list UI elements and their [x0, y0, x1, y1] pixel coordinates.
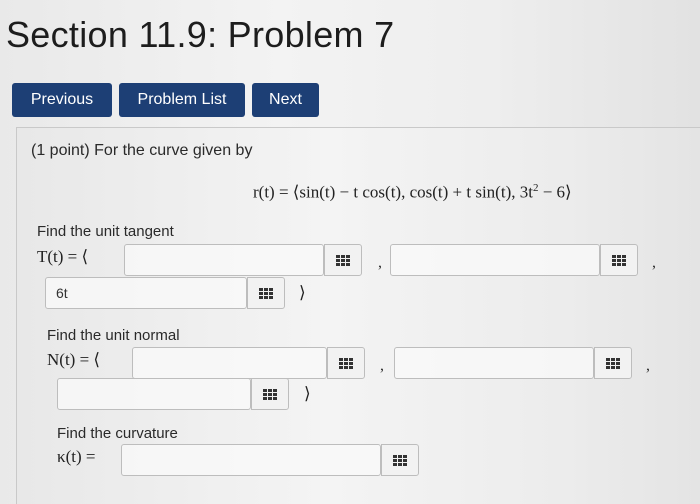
tangent-x-equation-editor-button[interactable]: [324, 244, 362, 276]
normal-x-equation-editor-button[interactable]: [327, 347, 365, 379]
equation-lhs: r(t) = ⟨sin(t) − t cos(t), cos(t) + t si…: [253, 182, 533, 202]
grid-icon: [259, 287, 273, 299]
normal-y-input[interactable]: [394, 347, 594, 379]
tangent-close: ⟩: [299, 283, 306, 302]
problem-panel: (1 point) For the curve given by r(t) = …: [16, 127, 700, 504]
page-title: Section 11.9: Problem 7: [6, 14, 395, 55]
normal-z-equation-editor-button[interactable]: [251, 378, 289, 410]
next-button[interactable]: Next: [252, 83, 319, 117]
grid-icon: [393, 454, 407, 466]
curvature-equation-editor-button[interactable]: [381, 444, 419, 476]
curvature-label: Find the curvature: [57, 425, 178, 442]
grid-icon: [612, 254, 626, 266]
normal-x-input[interactable]: [132, 347, 327, 379]
tangent-z-equation-editor-button[interactable]: [247, 277, 285, 309]
normal-z-input[interactable]: [57, 378, 251, 410]
curvature-input[interactable]: [121, 444, 381, 476]
normal-close: ⟩: [304, 384, 311, 403]
tangent-label: Find the unit tangent: [37, 223, 174, 240]
grid-icon: [336, 254, 350, 266]
grid-icon: [606, 357, 620, 369]
grid-icon: [339, 357, 353, 369]
curvature-math: κ(t) =: [57, 447, 96, 466]
grid-icon: [263, 388, 277, 400]
separator: ,: [646, 357, 650, 374]
tangent-math: T(t) = ⟨: [37, 247, 89, 266]
normal-label: Find the unit normal: [47, 327, 180, 344]
separator: ,: [380, 357, 384, 374]
problem-navigation: Previous Problem List Next: [12, 83, 319, 117]
normal-y-equation-editor-button[interactable]: [594, 347, 632, 379]
separator: ,: [652, 254, 656, 271]
curve-equation: r(t) = ⟨sin(t) − t cos(t), cos(t) + t si…: [253, 182, 572, 203]
separator: ,: [378, 254, 382, 271]
tangent-z-input[interactable]: [45, 277, 247, 309]
tangent-y-input[interactable]: [390, 244, 600, 276]
tangent-y-equation-editor-button[interactable]: [600, 244, 638, 276]
equation-rhs: − 6⟩: [538, 182, 572, 202]
previous-button[interactable]: Previous: [12, 83, 112, 117]
normal-math: N(t) = ⟨: [47, 350, 101, 369]
tangent-x-input[interactable]: [124, 244, 324, 276]
problem-statement: (1 point) For the curve given by: [31, 142, 253, 159]
problem-list-button[interactable]: Problem List: [119, 83, 245, 117]
